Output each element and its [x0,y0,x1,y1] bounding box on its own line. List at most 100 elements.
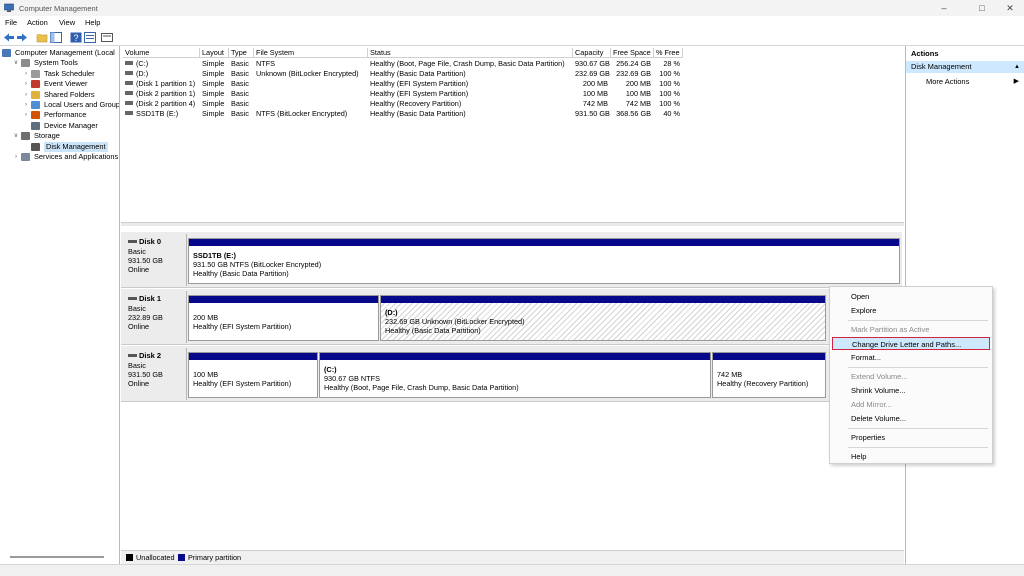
close-button[interactable]: ✕ [996,2,1024,14]
tree-item[interactable]: Device Manager [0,121,119,131]
disk-2-info[interactable]: Disk 2 Basic 931.50 GB Online [123,348,187,400]
expand-arrow-icon[interactable]: › [22,110,30,120]
partition-d[interactable]: (D:) 232.69 GB Unknown (BitLocker Encryp… [380,295,826,341]
column-free-space[interactable]: Free Space [611,48,654,58]
table-row[interactable]: (Disk 1 partition 1) Simple Basic Healthy (… [123,79,683,89]
expand-arrow-icon[interactable]: › [22,79,30,89]
column-capacity[interactable]: Capacity [573,48,611,58]
disk-map: Disk 0 Basic 931.50 GB Online SSD1TB (E:… [121,226,904,556]
partition-e[interactable]: SSD1TB (E:) 931.50 GB NTFS (BitLocker En… [188,238,900,284]
table-row[interactable]: (Disk 2 partition 4) Simple Basic Healthy (… [123,99,683,109]
cell-layout: Simple [202,68,225,78]
maximize-button[interactable]: □ [968,2,996,14]
tree-item[interactable]: › Services and Applications [0,152,119,162]
expand-arrow-icon[interactable]: › [22,90,30,100]
tree-item[interactable]: ∨ Storage [0,131,119,141]
cell-type: Basic [231,59,249,68]
show-hide-tree-icon[interactable] [50,32,62,43]
users-icon [31,101,40,109]
cell-percent-free: 100 % [659,98,680,108]
tree-item[interactable]: ∨ System Tools [0,58,119,68]
cell-percent-free: 28 % [663,59,680,68]
disk-type: Basic [128,247,146,256]
tree-item[interactable]: › Local Users and Groups [0,100,119,110]
menu-file[interactable]: File [5,18,17,27]
storage-icon [21,132,30,141]
expand-arrow-icon[interactable]: › [12,152,20,162]
menu-item-properties[interactable]: Properties [832,431,990,444]
menu-help[interactable]: Help [85,18,100,27]
cell-status: Healthy (Basic Data Partition) [370,68,466,78]
cell-layout: Simple [202,78,225,88]
cell-layout: Simple [202,88,225,98]
menu-action[interactable]: Action [27,18,48,27]
menu-view[interactable]: View [59,18,75,27]
event-viewer-icon [31,80,40,89]
properties-icon[interactable] [84,32,96,43]
partition-disk1-efi[interactable]: 200 MB Healthy (EFI System Partition) [188,295,379,341]
expand-arrow-icon[interactable]: › [22,100,30,110]
menu-item-help[interactable]: Help [832,450,990,463]
tree-item[interactable]: › Performance [0,110,119,120]
cell-file-system [254,89,368,99]
menu-item-shrink-volume[interactable]: Shrink Volume... [832,384,990,397]
svg-text:?: ? [74,33,79,43]
partition-c[interactable]: (C:) 930.67 GB NTFS Healthy (Boot, Page … [319,352,711,398]
disk-0-row: Disk 0 Basic 931.50 GB Online SSD1TB (E:… [121,232,902,288]
collapse-caret-icon[interactable]: ▲ [1014,61,1020,73]
forward-icon[interactable] [16,32,28,43]
column-percent-free[interactable]: % Free [654,48,683,58]
partition-size: 232.69 GB Unknown (BitLocker Encrypted) [385,317,525,326]
disk-1-info[interactable]: Disk 1 Basic 232.89 GB Online [123,291,187,343]
back-icon[interactable] [3,32,15,43]
table-row[interactable]: SSD1TB (E:) Simple Basic NTFS (BitLocker En… [123,109,683,119]
minimize-button[interactable]: – [930,2,958,14]
help-icon[interactable]: ? [70,32,82,43]
table-row[interactable]: (Disk 2 partition 1) Simple Basic Healthy (… [123,89,683,99]
computer-management-icon [4,3,14,12]
tree-item[interactable]: › Task Scheduler [0,69,119,79]
cell-layout: Simple [202,59,225,68]
disk-name: Disk 0 [139,237,162,246]
table-row[interactable]: (D:) Simple Basic Unknown (BitLocker Encryp… [123,69,683,79]
title-bar: Computer Management – □ ✕ [0,0,1024,16]
tree-item-label: Storage [34,131,60,141]
cell-file-system: NTFS (BitLocker Encrypted) [256,108,348,118]
column-status[interactable]: Status [368,48,573,58]
more-actions-link[interactable]: More Actions [926,76,969,88]
legend-unallocated-swatch [126,554,133,561]
column-type[interactable]: Type [229,48,254,58]
horizontal-scrollbar[interactable] [10,556,104,558]
tree-item[interactable]: Computer Management (Local [0,48,119,58]
cell-free-space: 200 MB [625,78,651,88]
tools-icon [21,59,30,68]
disk-0-info[interactable]: Disk 0 Basic 931.50 GB Online [123,234,187,286]
partition-recovery[interactable]: 742 MB Healthy (Recovery Partition) [712,352,826,398]
collapse-arrow-icon[interactable]: ∨ [12,131,20,141]
menu-item-change-drive-letter-and-paths[interactable]: Change Drive Letter and Paths... [832,337,990,350]
actions-section-disk-management[interactable]: Disk Management ▲ [906,61,1024,73]
column-layout[interactable]: Layout [200,48,229,58]
menu-item-format[interactable]: Format... [832,351,990,364]
services-icon [21,153,30,161]
tree-item[interactable]: › Shared Folders [0,90,119,100]
cell-layout: Simple [202,108,225,118]
cell-percent-free: 40 % [663,108,680,118]
menu-item-explore[interactable]: Explore [832,304,990,317]
tree-item[interactable]: › Event Viewer [0,79,119,89]
menu-item-open[interactable]: Open [832,290,990,303]
partition-disk2-efi[interactable]: 100 MB Healthy (EFI System Partition) [188,352,318,398]
up-folder-icon[interactable] [36,32,48,43]
table-row[interactable]: (C:) Simple Basic NTFS Healthy (Boot, Page F… [123,59,683,69]
collapse-arrow-icon[interactable]: ∨ [12,58,20,68]
tree-item[interactable]: Disk Management [0,141,119,152]
column-volume[interactable]: Volume [123,48,200,58]
column-file-system[interactable]: File System [254,48,368,58]
view-icon[interactable] [101,32,113,43]
cell-type: Basic [231,88,249,98]
cell-status: Healthy (Recovery Partition) [370,98,462,108]
expand-arrow-icon[interactable]: › [22,69,30,79]
cell-capacity: 232.69 GB [575,68,610,78]
menu-item-delete-volume[interactable]: Delete Volume... [832,412,990,425]
disk-2-row: Disk 2 Basic 931.50 GB Online 100 MB Hea… [121,346,902,402]
